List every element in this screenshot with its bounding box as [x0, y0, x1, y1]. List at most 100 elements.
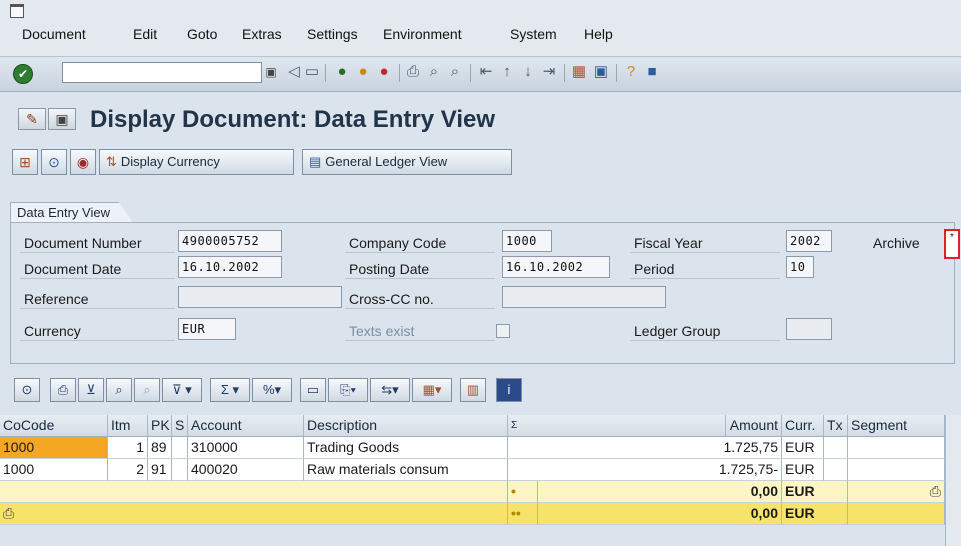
menu-document[interactable]: Document: [22, 26, 86, 42]
texts-exist-checkbox[interactable]: [496, 324, 510, 338]
cell-tx[interactable]: [824, 437, 848, 459]
cell-s[interactable]: [172, 459, 188, 481]
cell-curr[interactable]: EUR: [782, 437, 824, 459]
currency-field[interactable]: EUR: [178, 318, 236, 340]
next-page-icon[interactable]: ↓: [519, 63, 537, 81]
views-menu-icon[interactable]: ⇆▾: [370, 378, 410, 402]
posting-date-field[interactable]: 16.10.2002: [502, 256, 610, 278]
menu-edit[interactable]: Edit: [133, 26, 157, 42]
cross-cc-field[interactable]: [502, 286, 666, 308]
ledger-group-field[interactable]: [786, 318, 832, 340]
cell-cocode[interactable]: 1000: [0, 459, 108, 481]
cell-account[interactable]: 400020: [188, 459, 304, 481]
cell-pk[interactable]: 91: [148, 459, 172, 481]
back-arrow-icon[interactable]: ◁: [285, 63, 303, 81]
export-menu-icon[interactable]: ⎘▾: [328, 378, 368, 402]
cell-amount[interactable]: 1.725,75: [508, 437, 782, 459]
column-header-sum[interactable]: Σ: [508, 415, 726, 437]
cell-description[interactable]: Raw materials consum: [304, 459, 508, 481]
sum-menu-icon[interactable]: Σ ▾: [210, 378, 250, 402]
cell-amount[interactable]: 1.725,75-: [508, 459, 782, 481]
print-list-icon[interactable]: ⎙: [50, 378, 76, 402]
find-next-list-icon[interactable]: ⌕: [134, 378, 160, 402]
display-overview-icon[interactable]: ⊙: [41, 149, 67, 175]
reference-field[interactable]: [178, 286, 342, 308]
information-icon[interactable]: i: [496, 378, 522, 402]
filter-menu-icon[interactable]: ⊽ ▾: [162, 378, 202, 402]
shortcut-icon[interactable]: ▣: [592, 63, 610, 81]
display-currency-button[interactable]: ⇅ Display Currency: [99, 149, 294, 175]
menu-extras[interactable]: Extras: [242, 26, 282, 42]
general-ledger-view-button[interactable]: ▤ General Ledger View: [302, 149, 512, 175]
column-header-cocode[interactable]: CoCode: [0, 415, 108, 437]
details-icon[interactable]: ⊙: [14, 378, 40, 402]
total-print-icon[interactable]: ⎙: [0, 503, 508, 525]
cell-description[interactable]: Trading Goods: [304, 437, 508, 459]
exit-icon[interactable]: ●: [354, 63, 372, 81]
command-field[interactable]: [62, 62, 262, 83]
column-header-itm[interactable]: Itm: [108, 415, 148, 437]
last-page-icon[interactable]: ⇥: [540, 63, 558, 81]
table-scrollbar[interactable]: [945, 415, 961, 546]
column-header-segment[interactable]: Segment: [848, 415, 945, 437]
previous-page-icon[interactable]: ↑: [498, 63, 516, 81]
layout-menu-icon[interactable]: ▦▾: [412, 378, 452, 402]
subtotal-menu-icon[interactable]: %▾: [252, 378, 292, 402]
company-code-field[interactable]: 1000: [502, 230, 552, 252]
total-row: ⎙ •• 0,00 EUR: [0, 503, 945, 525]
enter-icon[interactable]: ✔: [13, 64, 33, 84]
column-header-curr[interactable]: Curr.: [782, 415, 824, 437]
ledger-group-label: Ledger Group: [630, 321, 780, 341]
column-header-account[interactable]: Account: [188, 415, 304, 437]
table-row[interactable]: 1000 2 91 400020 Raw materials consum 1.…: [0, 459, 945, 481]
print-preview-icon[interactable]: ▭: [300, 378, 326, 402]
filter-list-icon[interactable]: ⊻: [78, 378, 104, 402]
help-icon[interactable]: ?: [622, 63, 640, 81]
graphic-icon[interactable]: ▥: [460, 378, 486, 402]
cell-curr[interactable]: EUR: [782, 459, 824, 481]
find-icon[interactable]: ⌕: [425, 63, 443, 81]
table-row[interactable]: 1000 1 89 310000 Trading Goods 1.725,75 …: [0, 437, 945, 459]
document-date-field[interactable]: 16.10.2002: [178, 256, 282, 278]
layout-icon[interactable]: ■: [643, 63, 661, 81]
subtotal-print-icon[interactable]: ⎙: [848, 481, 945, 503]
cell-account[interactable]: 310000: [188, 437, 304, 459]
command-dropdown-icon[interactable]: ▣: [263, 62, 279, 83]
cell-itm[interactable]: 1: [108, 437, 148, 459]
menu-environment[interactable]: Environment: [383, 26, 462, 42]
cell-segment[interactable]: [848, 459, 945, 481]
cell-tx[interactable]: [824, 459, 848, 481]
column-header-s[interactable]: S: [172, 415, 188, 437]
system-menu-icon[interactable]: [10, 4, 24, 18]
save-icon[interactable]: ▭: [303, 63, 321, 81]
taxes-icon[interactable]: ◉: [70, 149, 96, 175]
cancel-icon[interactable]: ●: [375, 63, 393, 81]
other-document-icon[interactable]: ✎: [18, 108, 46, 130]
header-dropdown-icon[interactable]: ▣: [48, 108, 76, 130]
column-header-description[interactable]: Description: [304, 415, 508, 437]
fiscal-year-field[interactable]: 2002: [786, 230, 832, 252]
column-header-tx[interactable]: Tx: [824, 415, 848, 437]
find-next-icon[interactable]: ⌕: [446, 63, 464, 81]
document-date-label: Document Date: [20, 259, 175, 279]
menu-help[interactable]: Help: [584, 26, 613, 42]
cell-s[interactable]: [172, 437, 188, 459]
document-header-icon[interactable]: ⊞: [12, 149, 38, 175]
menu-system[interactable]: System: [510, 26, 557, 42]
texts-exist-label: Texts exist: [345, 321, 495, 341]
cell-itm[interactable]: 2: [108, 459, 148, 481]
print-icon[interactable]: ⎙: [404, 63, 422, 81]
first-page-icon[interactable]: ⇤: [477, 63, 495, 81]
cell-cocode[interactable]: 1000: [0, 437, 108, 459]
cell-segment[interactable]: [848, 437, 945, 459]
document-number-field[interactable]: 4900005752: [178, 230, 282, 252]
column-header-pk[interactable]: PK: [148, 415, 172, 437]
cell-pk[interactable]: 89: [148, 437, 172, 459]
green-back-icon[interactable]: ●: [333, 63, 351, 81]
period-field[interactable]: 10: [786, 256, 814, 278]
menu-settings[interactable]: Settings: [307, 26, 358, 42]
new-session-icon[interactable]: ▦: [570, 63, 588, 81]
find-list-icon[interactable]: ⌕: [106, 378, 132, 402]
column-header-amount[interactable]: Amount: [726, 415, 782, 437]
menu-goto[interactable]: Goto: [187, 26, 217, 42]
